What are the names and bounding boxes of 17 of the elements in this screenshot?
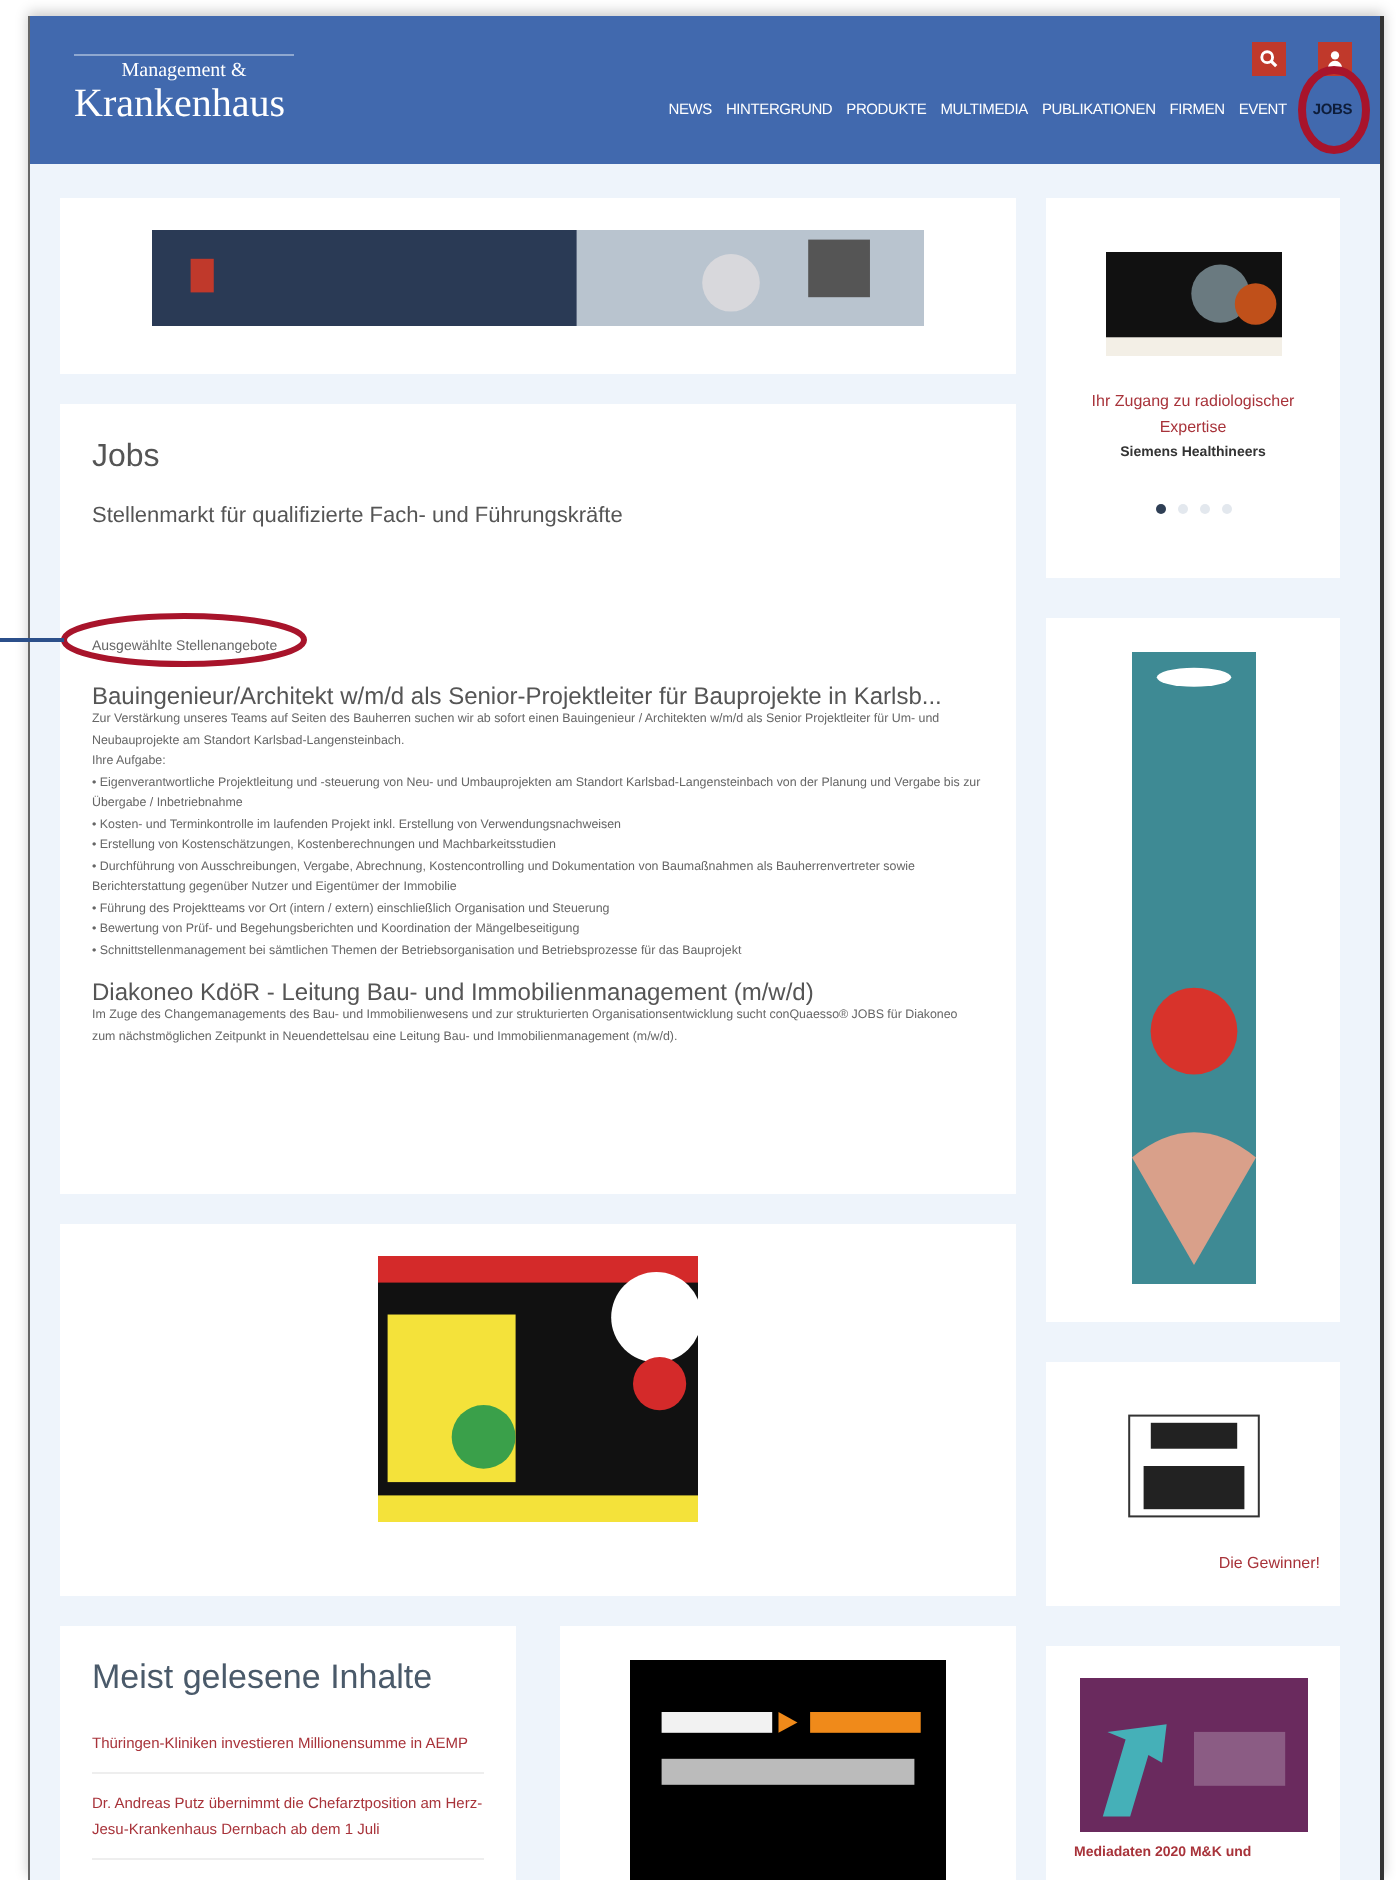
- search-icon: [1260, 50, 1278, 68]
- logo-text: Management &: [74, 53, 294, 81]
- logo-text: Krankenhaus: [74, 81, 288, 127]
- highlight-ellipse: [1298, 66, 1370, 154]
- user-icon: [1326, 50, 1344, 68]
- page-subtitle: Stellenmarkt für qualifizierte Fach- und Führungskräfte: [92, 504, 625, 528]
- carousel-dot[interactable]: [1221, 504, 1231, 514]
- job-title-link[interactable]: Diakoneo KdöR - Leitung Bau- und Immobilienmanagement (m/w/d): [92, 978, 984, 1006]
- carousel-dot[interactable]: [1177, 504, 1187, 514]
- carousel-dot[interactable]: [1199, 504, 1209, 514]
- award-link[interactable]: Die Gewinner!: [1066, 1550, 1320, 1576]
- section-title: Meist gelesene Inhalte: [92, 1658, 435, 1698]
- job-title-link[interactable]: Bauingenieur/Architekt w/m/d als Senior-Projektleiter für Bauprojekte in Karlsb...: [92, 682, 984, 710]
- search-button[interactable]: [1252, 42, 1286, 76]
- teaser-link[interactable]: Ihr Zugang zu radiologischer Expertise: [1066, 388, 1320, 440]
- page-title: Jobs: [92, 440, 162, 476]
- carousel-dot[interactable]: [1155, 504, 1165, 514]
